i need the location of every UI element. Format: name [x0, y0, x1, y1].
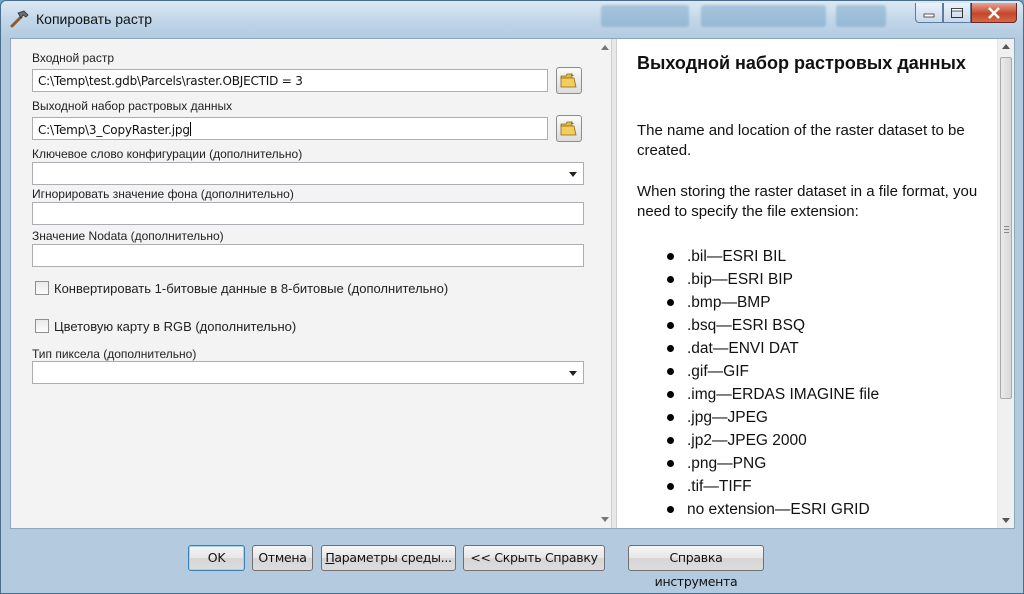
environments-button[interactable]: Параметры среды... — [321, 545, 456, 571]
list-item: .bmp—BMP — [667, 291, 879, 314]
text-caret — [189, 122, 191, 136]
background-taskbar-blur — [701, 5, 826, 27]
nodata-label: Значение Nodata (дополнительно) — [32, 229, 224, 243]
parameters-pane: Входной растр C:\Temp\test.gdb\Parcels\r… — [11, 39, 608, 528]
list-item: .bsq—ESRI BSQ — [667, 314, 879, 337]
scroll-down-icon[interactable] — [1002, 518, 1010, 523]
close-button[interactable] — [971, 3, 1017, 23]
list-item: .img—ERDAS IMAGINE file — [667, 383, 879, 406]
open-folder-icon — [560, 121, 577, 136]
colormap-rgb-label: Цветовую карту в RGB (дополнительно) — [54, 319, 297, 334]
chevron-down-icon — [569, 172, 577, 177]
list-item: .dat—ENVI DAT — [667, 337, 879, 360]
help-paragraph: The name and location of the raster data… — [637, 122, 965, 159]
output-raster-field[interactable]: C:\Temp\3_CopyRaster.jpg — [32, 117, 548, 140]
ignore-background-label: Игнорировать значение фона (дополнительн… — [32, 187, 294, 201]
browse-input-raster-button[interactable] — [556, 67, 582, 94]
list-item: .jpg—JPEG — [667, 406, 879, 429]
input-raster-field[interactable]: C:\Temp\test.gdb\Parcels\raster.OBJECTID… — [32, 69, 548, 92]
input-raster-label: Входной растр — [32, 51, 115, 65]
help-scrollbar[interactable] — [997, 39, 1014, 528]
parameters-scrollbar[interactable] — [599, 39, 611, 528]
open-folder-icon — [560, 73, 577, 88]
window-controls — [915, 3, 1017, 23]
tool-help-button[interactable]: Справка инструмента — [628, 545, 764, 589]
list-item: .bip—ESRI BIP — [667, 268, 879, 291]
output-raster-label: Выходной набор растровых данных — [32, 99, 233, 113]
scroll-down-icon[interactable] — [601, 517, 609, 522]
tool-dialog-window: Копировать растр Входной растр C:\Temp\t… — [0, 0, 1024, 594]
config-keyword-dropdown[interactable] — [32, 162, 584, 185]
config-keyword-label: Ключевое слово конфигурации (дополнитель… — [32, 147, 303, 161]
extension-list: .bil—ESRI BIL .bip—ESRI BIP .bmp—BMP .bs… — [667, 245, 879, 521]
chevron-down-icon — [569, 371, 577, 376]
list-item: .jp2—JPEG 2000 — [667, 429, 879, 452]
cancel-button[interactable]: Отмена — [252, 545, 313, 571]
pixel-type-label: Тип пиксела (дополнительно) — [32, 347, 197, 361]
minimize-button[interactable] — [915, 3, 943, 23]
dialog-client-area: Входной растр C:\Temp\test.gdb\Parcels\r… — [10, 38, 1015, 529]
list-item: .png—PNG — [667, 452, 879, 475]
hide-help-button[interactable]: << Скрыть Справку — [463, 545, 605, 571]
list-item: .bil—ESRI BIL — [667, 245, 879, 268]
ignore-background-field[interactable] — [32, 202, 584, 225]
title-bar[interactable]: Копировать растр — [1, 1, 1023, 37]
scroll-up-icon[interactable] — [601, 45, 609, 50]
minimize-icon — [923, 13, 935, 17]
colormap-rgb-checkbox[interactable] — [35, 319, 49, 333]
pixel-type-dropdown[interactable] — [32, 361, 584, 384]
input-raster-value: C:\Temp\test.gdb\Parcels\raster.OBJECTID… — [38, 74, 303, 88]
nodata-field[interactable] — [32, 244, 584, 267]
help-paragraph: When storing the raster dataset in a fil… — [637, 183, 978, 220]
browse-output-raster-button[interactable] — [556, 115, 582, 142]
help-pane: Выходной набор растровых данных The name… — [617, 39, 997, 528]
environments-button-label: араметры среды... — [334, 550, 452, 565]
grip-icon — [1004, 226, 1009, 233]
scroll-thumb[interactable] — [1000, 57, 1012, 399]
hammer-icon — [10, 10, 29, 28]
maximize-button[interactable] — [943, 3, 971, 23]
background-taskbar-blur — [601, 5, 689, 27]
close-icon — [988, 6, 1000, 19]
ok-button[interactable]: OK — [188, 545, 245, 571]
window-title: Копировать растр — [36, 11, 153, 27]
output-raster-value: C:\Temp\3_CopyRaster.jpg — [38, 123, 190, 137]
background-taskbar-blur — [836, 5, 886, 27]
convert-1bit-label: Конвертировать 1-битовые данные в 8-бито… — [54, 281, 449, 296]
list-item: .tif—TIFF — [667, 475, 879, 498]
list-item: .gif—GIF — [667, 360, 879, 383]
scroll-up-icon[interactable] — [1002, 44, 1010, 49]
list-item: no extension—ESRI GRID — [667, 498, 879, 521]
convert-1bit-checkbox[interactable] — [35, 281, 49, 295]
help-title: Выходной набор растровых данных — [637, 53, 966, 73]
maximize-icon — [951, 7, 963, 18]
